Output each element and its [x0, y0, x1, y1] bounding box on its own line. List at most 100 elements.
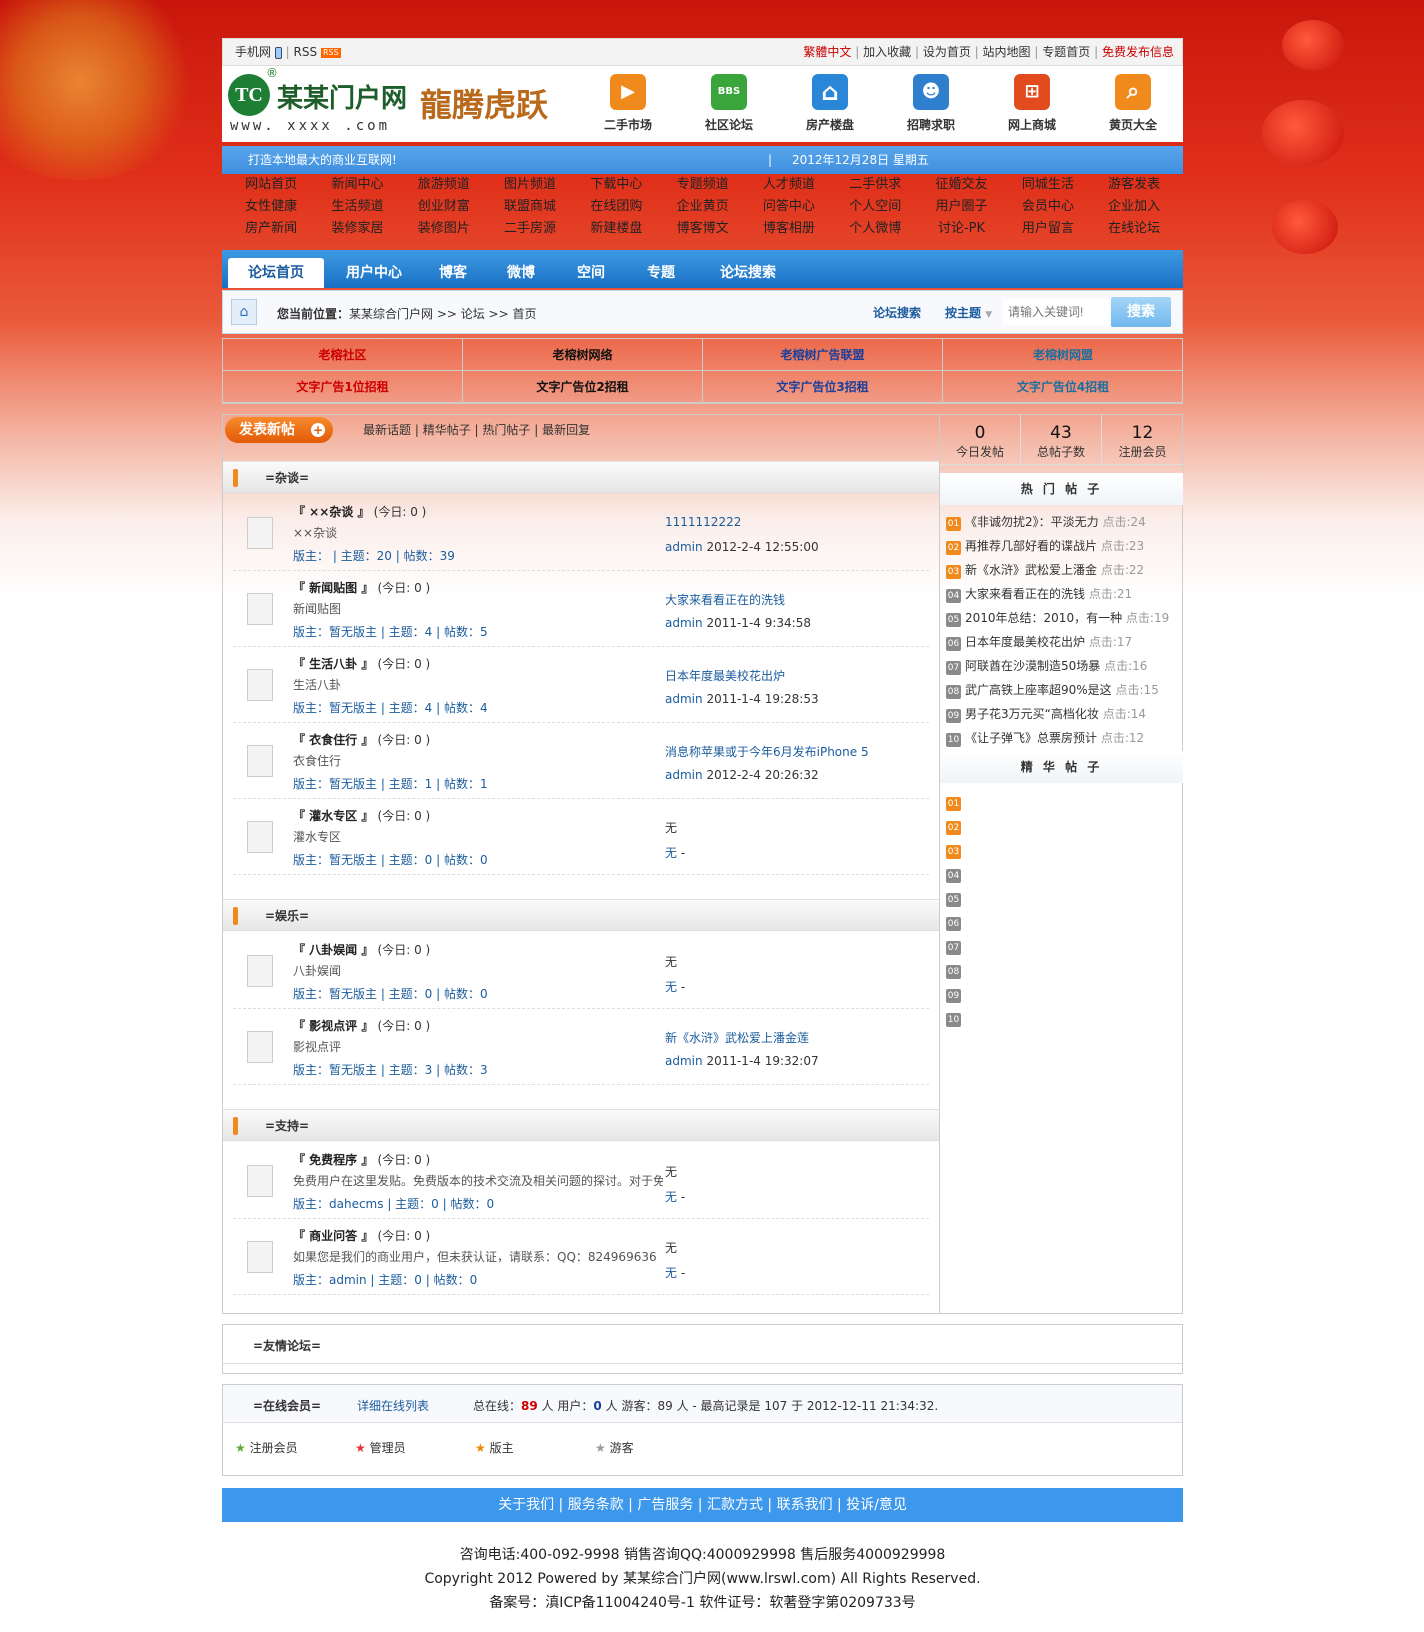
hot-post-item[interactable]: 02 再推荐几部好看的谍战片 点击:23 — [946, 537, 1144, 555]
nav-link[interactable]: 联盟商城 — [487, 196, 573, 218]
nav-link[interactable]: 下载中心 — [573, 174, 659, 196]
nav-link[interactable]: 在线论坛 — [1091, 218, 1177, 240]
hot-post-item[interactable]: 07 阿联酋在沙漠制造50场暴 点击:16 — [946, 657, 1147, 675]
tab-blog[interactable]: 博客 — [422, 258, 484, 288]
last-post-user[interactable]: 无 — [665, 846, 677, 860]
site-name[interactable]: 某某门户网 — [277, 78, 407, 115]
online-list-link[interactable]: 详细在线列表 — [357, 1397, 429, 1414]
elite-post-item[interactable]: 04 — [946, 865, 965, 883]
nav-link[interactable]: 二手供求 — [832, 174, 918, 196]
hot-post-title[interactable]: 男子花3万元买“高档化妆 — [965, 707, 1099, 721]
hot-post-title[interactable]: 日本年度最美校花出炉 — [965, 635, 1085, 649]
ad-link[interactable]: 文字广告位2招租 — [463, 371, 703, 403]
nav-link[interactable]: 用户圈子 — [918, 196, 1004, 218]
search-button[interactable]: 搜索 — [1111, 297, 1171, 327]
filter-elite-posts[interactable]: 精华帖子 — [423, 423, 471, 437]
hot-post-item[interactable]: 10 《让子弹飞》总票房预计 点击:12 — [946, 729, 1144, 747]
topic-home-link[interactable]: 专题首页 — [1042, 45, 1090, 59]
tab-forum-home[interactable]: 论坛首页 — [228, 258, 324, 288]
hot-post-title[interactable]: 阿联酋在沙漠制造50场暴 — [965, 659, 1100, 673]
category-title[interactable]: =娱乐= — [265, 900, 309, 932]
elite-post-item[interactable]: 05 — [946, 889, 965, 907]
forum-name[interactable]: 『 衣食住行 』 (今日: 0 ) — [293, 731, 430, 748]
last-post-title[interactable]: 无 — [665, 1239, 677, 1256]
nav-link[interactable]: 博客博文 — [659, 218, 745, 240]
nav-link[interactable]: 专题频道 — [659, 174, 745, 196]
last-post-user[interactable]: admin — [665, 540, 703, 554]
nav-link[interactable]: 装修家居 — [314, 218, 400, 240]
hot-post-title[interactable]: 新《水浒》武松爱上潘金 — [965, 563, 1097, 577]
filter-latest-topics[interactable]: 最新话题 — [363, 423, 411, 437]
ad-link[interactable]: 老榕树网盟 — [943, 339, 1183, 371]
nav-link[interactable]: 同城生活 — [1005, 174, 1091, 196]
hot-post-title[interactable]: 2010年总结：2010，有一种 — [965, 611, 1122, 625]
tab-weibo[interactable]: 微博 — [488, 258, 554, 288]
elite-post-item[interactable]: 09 — [946, 985, 965, 1003]
nav-link[interactable]: 企业加入 — [1091, 196, 1177, 218]
hot-post-title[interactable]: 《非诚勿扰2》：平淡无力 — [965, 515, 1099, 529]
hot-post-item[interactable]: 04 大家来看看正在的洗钱 点击:21 — [946, 585, 1132, 603]
nav-link[interactable]: 征婚交友 — [918, 174, 1004, 196]
footer-complaint-link[interactable]: 投诉/意见 — [846, 1497, 907, 1513]
elite-post-item[interactable]: 10 — [946, 1009, 965, 1027]
nav-link[interactable]: 新建楼盘 — [573, 218, 659, 240]
nav-link[interactable]: 创业财富 — [401, 196, 487, 218]
nav-link[interactable]: 在线团购 — [573, 196, 659, 218]
forum-name[interactable]: 『 ××杂谈 』 (今日: 0 ) — [293, 503, 426, 520]
nav-link[interactable]: 博客相册 — [746, 218, 832, 240]
ad-link[interactable]: 文字广告1位招租 — [223, 371, 463, 403]
nav-link[interactable]: 新闻中心 — [314, 174, 400, 196]
search-input[interactable] — [1003, 299, 1109, 325]
ad-link[interactable]: 老榕树网络 — [463, 339, 703, 371]
home-icon[interactable]: ⌂ — [231, 299, 257, 325]
set-homepage-link[interactable]: 设为首页 — [923, 45, 971, 59]
rss-icon[interactable]: RSS — [320, 47, 341, 58]
nav-link[interactable]: 女性健康 — [228, 196, 314, 218]
nav-link[interactable]: 个人空间 — [832, 196, 918, 218]
last-post-title[interactable]: 无 — [665, 819, 677, 836]
forum-name[interactable]: 『 新闻贴图 』 (今日: 0 ) — [293, 579, 430, 596]
logo-icon[interactable]: TC — [228, 74, 270, 116]
elite-post-item[interactable]: 06 — [946, 913, 965, 931]
ad-link[interactable]: 老榕树广告联盟 — [703, 339, 943, 371]
new-post-button[interactable]: 发表新帖 + — [225, 417, 333, 443]
last-post-title[interactable]: 1111112222 — [665, 515, 741, 529]
forum-name[interactable]: 『 生活八卦 』 (今日: 0 ) — [293, 655, 430, 672]
elite-post-item[interactable]: 01 — [946, 793, 965, 811]
forum-name[interactable]: 『 灌水专区 』 (今日: 0 ) — [293, 807, 430, 824]
tab-user-center[interactable]: 用户中心 — [328, 258, 420, 288]
nav-link[interactable]: 企业黄页 — [659, 196, 745, 218]
breadcrumb-path[interactable]: 某某综合门户网 >> 论坛 >> 首页 — [349, 305, 536, 322]
last-post-title[interactable]: 无 — [665, 953, 677, 970]
footer-ads-link[interactable]: 广告服务 — [637, 1497, 693, 1513]
hot-post-title[interactable]: 再推荐几部好看的谍战片 — [965, 539, 1097, 553]
footer-about-link[interactable]: 关于我们 — [498, 1497, 554, 1513]
nav-link[interactable]: 会员中心 — [1005, 196, 1091, 218]
tab-forum-search[interactable]: 论坛搜索 — [698, 258, 798, 288]
category-title[interactable]: =杂谈= — [265, 462, 309, 494]
hot-post-item[interactable]: 09 男子花3万元买“高档化妆 点击:14 — [946, 705, 1146, 723]
hot-post-item[interactable]: 06 日本年度最美校花出炉 点击:17 — [946, 633, 1132, 651]
search-type-select[interactable]: 按主题 ▼ — [945, 304, 992, 321]
ad-link[interactable]: 老榕社区 — [223, 339, 463, 371]
hot-post-item[interactable]: 01 《非诚勿扰2》：平淡无力 点击:24 — [946, 513, 1146, 531]
hot-post-title[interactable]: 武广高铁上座率超90%是这 — [965, 683, 1112, 697]
nav-link[interactable]: 用户留言 — [1005, 218, 1091, 240]
ad-link[interactable]: 文字广告位3招租 — [703, 371, 943, 403]
nav-link[interactable]: 图片频道 — [487, 174, 573, 196]
elite-post-item[interactable]: 07 — [946, 937, 965, 955]
forum-name[interactable]: 『 影视点评 』 (今日: 0 ) — [293, 1017, 430, 1034]
last-post-title[interactable]: 日本年度最美校花出炉 — [665, 667, 785, 684]
last-post-user[interactable]: 无 — [665, 1190, 677, 1204]
secondhand-market-link[interactable]: ▶ 二手市场 — [588, 74, 668, 133]
elite-post-item[interactable]: 03 — [946, 841, 965, 859]
nav-link[interactable]: 个人微博 — [832, 218, 918, 240]
forum-name[interactable]: 『 商业问答 』 (今日: 0 ) — [293, 1227, 430, 1244]
tab-space[interactable]: 空间 — [558, 258, 624, 288]
filter-latest-replies[interactable]: 最新回复 — [542, 423, 590, 437]
filter-hot-posts[interactable]: 热门帖子 — [482, 423, 530, 437]
yellow-pages-link[interactable]: ⌕ 黄页大全 — [1093, 74, 1173, 133]
jobs-link[interactable]: ☻ 招聘求职 — [891, 74, 971, 133]
hot-post-title[interactable]: 《让子弹飞》总票房预计 — [965, 731, 1097, 745]
last-post-title[interactable]: 大家来看看正在的洗钱 — [665, 591, 785, 608]
